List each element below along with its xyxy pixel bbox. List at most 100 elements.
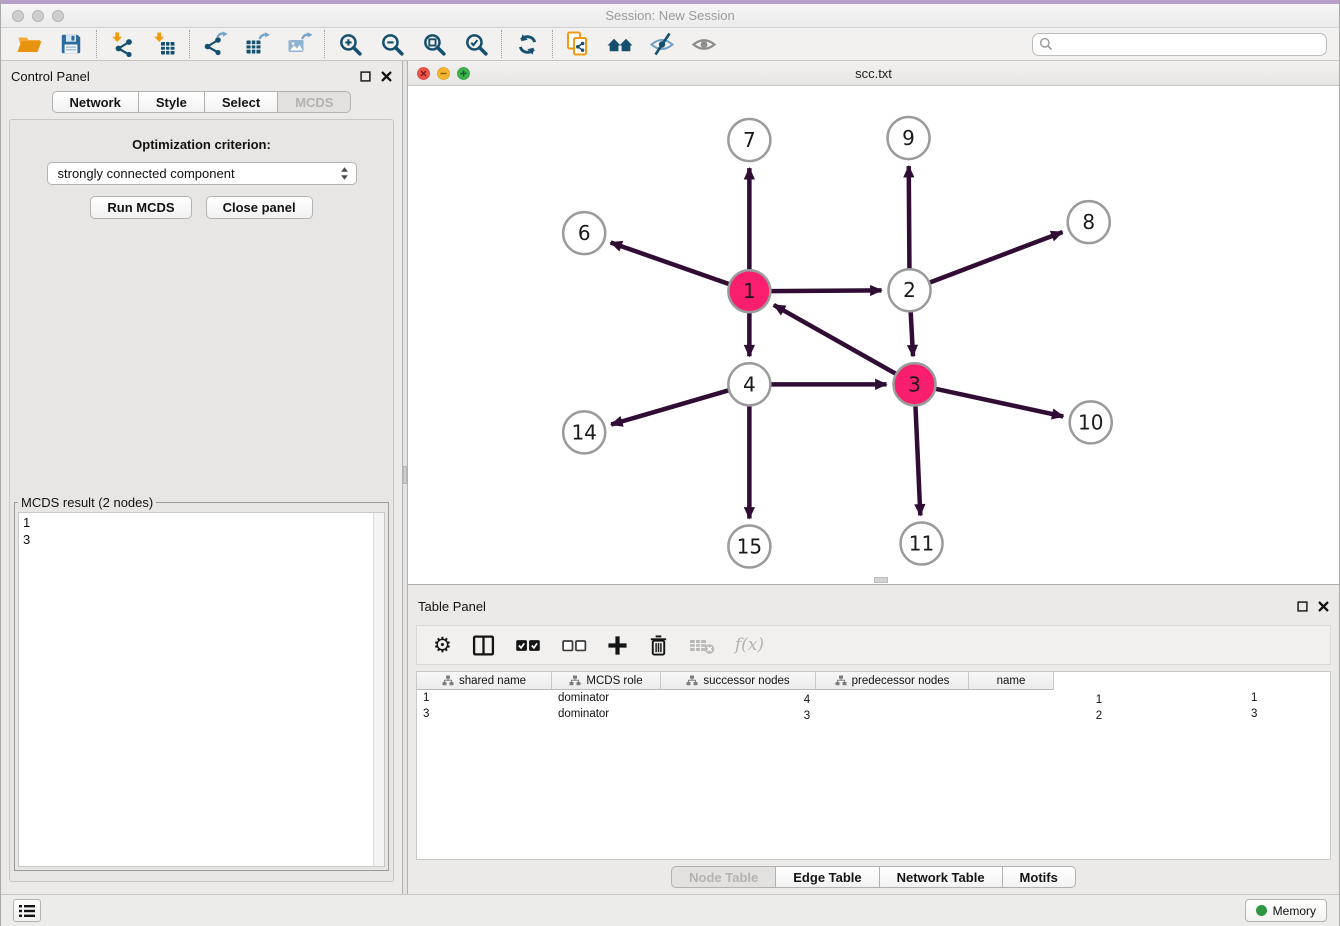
run-mcds-button[interactable]: Run MCDS	[90, 196, 191, 219]
tab-select[interactable]: Select	[205, 91, 278, 113]
table-cell[interactable]: 1	[1245, 690, 1330, 706]
graph-edge[interactable]	[911, 312, 913, 357]
task-history-button[interactable]	[13, 899, 41, 922]
delete-columns-button[interactable]	[648, 632, 669, 658]
graph-node[interactable]: 14	[563, 412, 605, 454]
zoom-selected-button[interactable]	[460, 29, 492, 59]
tab-node-table[interactable]: Node Table	[671, 866, 776, 888]
import-network-button[interactable]	[106, 29, 138, 59]
zoom-out-button[interactable]	[376, 29, 408, 59]
tab-motifs[interactable]: Motifs	[1003, 866, 1076, 888]
hide-details-button[interactable]	[646, 29, 678, 59]
column-header-predecessor-nodes[interactable]: predecessor nodes	[816, 672, 969, 690]
fx-icon: f(x)	[735, 635, 764, 655]
table-row[interactable]: 1dominator411	[417, 690, 1330, 706]
criterion-selected-value: strongly connected component	[58, 166, 340, 181]
table-cell[interactable]: 3	[1245, 706, 1330, 722]
splitter-grip[interactable]	[403, 466, 407, 484]
graph-edge[interactable]	[774, 305, 896, 374]
column-layout-button[interactable]	[472, 632, 495, 658]
table-cell[interactable]: 3	[661, 706, 953, 722]
zoom-in-button[interactable]	[334, 29, 366, 59]
close-table-panel-icon[interactable]	[1318, 601, 1329, 612]
show-all-columns-button[interactable]	[515, 632, 541, 658]
tab-network[interactable]: Network	[52, 91, 139, 113]
tab-style[interactable]: Style	[139, 91, 205, 113]
table-panel-title: Table Panel	[418, 599, 486, 614]
export-network-button[interactable]	[199, 29, 231, 59]
table-cell[interactable]: 3	[417, 706, 552, 722]
graph-node[interactable]: 4	[728, 364, 770, 406]
graph-node[interactable]: 1	[728, 271, 770, 313]
table-cell[interactable]: 2	[953, 706, 1245, 722]
show-details-button[interactable]	[688, 29, 720, 59]
table-options-button[interactable]: ⚙	[433, 632, 452, 658]
column-header-mcds-role[interactable]: MCDS role	[552, 672, 661, 690]
save-session-button[interactable]	[55, 29, 87, 59]
refresh-view-button[interactable]	[511, 29, 543, 59]
table-panel: Table Panel ⚙	[408, 591, 1339, 894]
memory-button[interactable]: Memory	[1245, 899, 1327, 922]
tab-network-table[interactable]: Network Table	[880, 866, 1003, 888]
zoom-out-icon	[380, 32, 405, 57]
horizontal-splitter[interactable]	[408, 585, 1339, 591]
table-cell[interactable]: 4	[661, 690, 953, 706]
network-canvas[interactable]: 7 9 6 8 1 2 4 3 14 10 15 11	[408, 86, 1339, 584]
graph-node[interactable]: 7	[728, 120, 770, 162]
svg-text:1: 1	[743, 280, 756, 304]
close-panel-button[interactable]: Close panel	[206, 196, 313, 219]
hide-all-columns-button[interactable]	[561, 632, 587, 658]
graph-edge[interactable]	[929, 233, 1062, 284]
plus-icon	[607, 635, 628, 656]
table-cell[interactable]: 1	[417, 690, 552, 706]
network-window-titlebar[interactable]: scc.txt	[408, 61, 1339, 86]
home-button[interactable]	[604, 29, 636, 59]
list-icon	[19, 904, 35, 918]
table-row[interactable]: 3dominator323	[417, 706, 1330, 722]
graph-node[interactable]: 15	[728, 526, 770, 568]
result-scrollbar[interactable]	[373, 513, 384, 866]
graph-node[interactable]: 2	[889, 270, 931, 312]
column-header-successor-nodes[interactable]: successor nodes	[661, 672, 816, 690]
graph-node[interactable]: 6	[563, 213, 605, 255]
node-table: shared nameMCDS rolesuccessor nodesprede…	[416, 671, 1331, 860]
trash-icon	[648, 634, 669, 656]
tab-mcds[interactable]: MCDS	[278, 91, 351, 113]
graph-edge[interactable]	[935, 389, 1063, 417]
zoom-fit-button[interactable]	[418, 29, 450, 59]
zoom-fit-icon	[422, 32, 447, 57]
close-panel-icon[interactable]	[381, 71, 392, 82]
graph-edge[interactable]	[611, 243, 730, 285]
column-header-shared-name[interactable]: shared name	[417, 672, 552, 690]
share-session-button[interactable]	[562, 29, 594, 59]
column-type-icon	[569, 675, 581, 686]
svg-text:4: 4	[743, 373, 756, 397]
tab-edge-table[interactable]: Edge Table	[776, 866, 879, 888]
delete-table-button[interactable]	[689, 632, 715, 658]
import-table-button[interactable]	[148, 29, 180, 59]
export-image-button[interactable]	[283, 29, 315, 59]
function-builder-button[interactable]: f(x)	[735, 632, 764, 658]
open-session-button[interactable]	[13, 29, 45, 59]
table-cell[interactable]: dominator	[552, 706, 661, 722]
criterion-select[interactable]: strongly connected component	[47, 162, 357, 185]
graph-node[interactable]: 8	[1068, 202, 1110, 244]
search-input[interactable]	[1057, 37, 1320, 51]
graph-node[interactable]: 3	[894, 364, 936, 406]
graph-edge[interactable]	[915, 406, 920, 516]
graph-edge[interactable]	[770, 291, 881, 292]
graph-node[interactable]: 11	[901, 523, 943, 565]
float-panel-icon[interactable]	[360, 71, 371, 82]
column-header-name[interactable]: name	[969, 672, 1054, 690]
table-cell[interactable]: 1	[953, 690, 1245, 706]
table-cell[interactable]: dominator	[552, 690, 661, 706]
float-table-panel-icon[interactable]	[1297, 601, 1308, 612]
graph-edge[interactable]	[909, 167, 910, 270]
add-column-button[interactable]	[607, 632, 628, 658]
graph-edge[interactable]	[611, 391, 729, 425]
horizontal-splitter-grip[interactable]	[874, 577, 888, 583]
export-table-button[interactable]	[241, 29, 273, 59]
network-window: scc.txt 7 9 6 8 1 2 4 3 14 10 15 11	[408, 61, 1339, 585]
graph-node[interactable]: 9	[888, 118, 930, 160]
graph-node[interactable]: 10	[1070, 402, 1112, 444]
